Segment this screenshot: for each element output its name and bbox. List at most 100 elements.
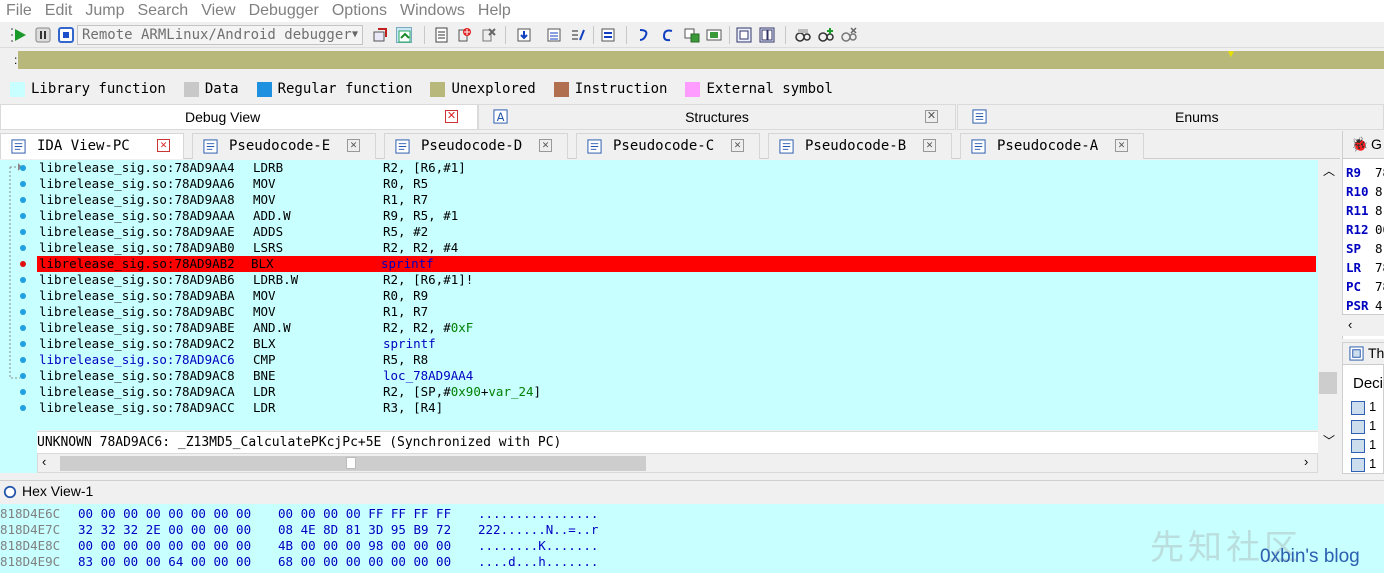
watch-icon[interactable] xyxy=(795,27,811,43)
function-trace-icon[interactable] xyxy=(660,27,676,43)
step-over-icon[interactable] xyxy=(546,27,562,43)
line-marker-icon[interactable] xyxy=(20,389,26,395)
thread-row[interactable]: 1 xyxy=(1351,418,1376,434)
disasm-vertical-scrollbar[interactable]: ︿ ﹀ xyxy=(1318,160,1340,452)
tab-close-icon[interactable]: ✕ xyxy=(539,139,552,152)
tab-pseudocode-e[interactable]: Pseudocode-E ✕ xyxy=(192,133,376,159)
structures-pane-tab[interactable]: A Structures ✕ xyxy=(478,104,956,130)
pause-icon[interactable] xyxy=(35,27,51,43)
threads-header[interactable]: Th xyxy=(1343,343,1384,365)
line-marker-icon[interactable] xyxy=(20,293,26,299)
line-marker-icon[interactable] xyxy=(20,197,26,203)
registers-horizontal-scrollbar[interactable]: ‹ xyxy=(1342,314,1384,336)
disasm-vertical-scroll-thumb[interactable] xyxy=(1319,372,1337,394)
navigation-band-bar[interactable] xyxy=(18,51,1384,69)
disasm-row[interactable]: librelease_sig.so:78AD9AB6 LDRB.W R2, [R6,… xyxy=(39,272,1316,288)
tab-pseudocode-d[interactable]: Pseudocode-D ✕ xyxy=(384,133,568,159)
register-value[interactable]: 8 xyxy=(1375,203,1383,218)
hex-row[interactable]: 818D4E8C 00 00 00 00 00 00 00 00 4B 00 00 … xyxy=(0,538,640,554)
hex-view-header[interactable]: Hex View-1 xyxy=(0,480,1384,502)
delete-watch-icon[interactable] xyxy=(841,27,857,43)
terminate-icon[interactable] xyxy=(58,27,74,43)
structures-close-icon[interactable]: ✕ xyxy=(925,110,938,123)
menu-debugger[interactable]: Debugger xyxy=(243,0,326,22)
disasm-row[interactable]: librelease_sig.so:78AD9ACA LDR R2, [SP,#0x… xyxy=(39,384,1316,400)
tab-close-icon[interactable]: ✕ xyxy=(347,139,360,152)
register-value[interactable]: 00 xyxy=(1375,222,1384,237)
disasm-row[interactable]: librelease_sig.so:78AD9AC6 CMP R5, R8 xyxy=(39,352,1316,368)
disasm-row[interactable]: librelease_sig.so:78AD9AA8 MOV R1, R7 xyxy=(39,192,1316,208)
scroll-up-icon[interactable]: ︿ xyxy=(1323,162,1335,179)
tab-close-icon[interactable]: ✕ xyxy=(731,139,744,152)
delete-breakpoint-icon[interactable] xyxy=(480,27,496,43)
menu-windows[interactable]: Windows xyxy=(394,0,472,22)
menu-view[interactable]: View xyxy=(195,0,242,22)
tab-pseudocode-a[interactable]: Pseudocode-A ✕ xyxy=(960,133,1144,159)
menu-edit[interactable]: Edit xyxy=(39,0,80,22)
disasm-row[interactable]: librelease_sig.so:78AD9ABE AND.W R2, R2, #… xyxy=(39,320,1316,336)
line-marker-icon[interactable] xyxy=(20,165,26,171)
line-marker-icon[interactable] xyxy=(20,245,26,251)
tab-ida-view-pc[interactable]: IDA View-PC ✕ xyxy=(0,133,184,159)
line-marker-icon[interactable] xyxy=(20,341,26,347)
register-value[interactable]: 78 xyxy=(1375,260,1384,275)
disassembly-view[interactable]: librelease_sig.so:78AD9AA4 LDRB R2, [R6,#1… xyxy=(37,160,1318,430)
general-registers-header[interactable]: 🐞 G xyxy=(1343,131,1384,159)
disasm-row[interactable]: librelease_sig.so:78AD9AB2 BLX sprintf xyxy=(37,256,1316,272)
tab-pseudocode-c[interactable]: Pseudocode-C ✕ xyxy=(576,133,760,159)
detach-icon[interactable] xyxy=(396,27,412,43)
disasm-row[interactable]: librelease_sig.so:78AD9ACC LDR R3, [R4] xyxy=(39,400,1316,416)
scroll-left-icon[interactable]: ‹ xyxy=(42,454,46,469)
trace-icon[interactable] xyxy=(636,27,652,43)
hex-row[interactable]: 818D4E7C 32 32 32 2E 00 00 00 00 08 4E 8D … xyxy=(0,522,640,538)
scroll-right-icon[interactable]: › xyxy=(1304,454,1308,469)
scroll-left-icon[interactable]: ‹ xyxy=(1348,317,1352,332)
line-marker-icon[interactable] xyxy=(20,181,26,187)
tab-pseudocode-b[interactable]: Pseudocode-B ✕ xyxy=(768,133,952,159)
hex-row[interactable]: 818D4E9C 83 00 00 00 64 00 00 00 68 00 00 … xyxy=(0,554,640,570)
debug-view-close-icon[interactable]: ✕ xyxy=(445,110,458,123)
disasm-row[interactable]: librelease_sig.so:78AD9AB0 LSRS R2, R2, #4 xyxy=(39,240,1316,256)
line-marker-icon[interactable] xyxy=(20,357,26,363)
step-until-return-icon[interactable] xyxy=(600,27,616,43)
line-marker-icon[interactable] xyxy=(20,229,26,235)
disasm-row[interactable]: librelease_sig.so:78AD9AA6 MOV R0, R5 xyxy=(39,176,1316,192)
tab-close-icon[interactable]: ✕ xyxy=(157,139,170,152)
line-marker-icon[interactable] xyxy=(20,213,26,219)
enums-pane-tab[interactable]: Enums xyxy=(957,104,1384,130)
threads-column-header[interactable]: Deci xyxy=(1353,375,1383,392)
process-options-icon[interactable] xyxy=(434,27,450,43)
add-breakpoint-icon[interactable] xyxy=(456,27,472,43)
disasm-horizontal-scrollbar[interactable]: ‹ › xyxy=(37,453,1318,473)
menu-jump[interactable]: Jump xyxy=(79,0,131,22)
register-value[interactable]: 4 xyxy=(1375,298,1383,313)
thread-row[interactable]: 1 xyxy=(1351,437,1376,453)
disasm-row[interactable]: librelease_sig.so:78AD9AAA ADD.W R9, R5, #… xyxy=(39,208,1316,224)
thread-row[interactable]: 1 xyxy=(1351,399,1376,415)
line-marker-icon[interactable] xyxy=(20,277,26,283)
hex-row[interactable]: 818D4E6C 00 00 00 00 00 00 00 00 00 00 00 … xyxy=(0,506,640,522)
disasm-row[interactable]: librelease_sig.so:78AD9ABC MOV R1, R7 xyxy=(39,304,1316,320)
disasm-row[interactable]: librelease_sig.so:78AD9AAE ADDS R5, #2 xyxy=(39,224,1316,240)
debug-view-pane-tab[interactable]: Debug View ✕ xyxy=(0,104,478,130)
register-value[interactable]: 8 xyxy=(1375,184,1383,199)
tracing-window-icon[interactable] xyxy=(736,27,752,43)
disasm-row[interactable]: librelease_sig.so:78AD9ABA MOV R0, R9 xyxy=(39,288,1316,304)
menu-options[interactable]: Options xyxy=(326,0,394,22)
menu-search[interactable]: Search xyxy=(131,0,195,22)
navigation-band[interactable]: : ▼ xyxy=(0,49,1384,71)
thread-row[interactable]: 1 xyxy=(1351,456,1376,472)
line-marker-icon[interactable] xyxy=(20,405,26,411)
run-to-cursor-icon[interactable] xyxy=(570,27,586,43)
register-value[interactable]: 8 xyxy=(1375,241,1383,256)
start-process-icon[interactable] xyxy=(12,27,28,43)
tab-close-icon[interactable]: ✕ xyxy=(923,139,936,152)
disasm-row[interactable]: librelease_sig.so:78AD9AA4 LDRB R2, [R6,#1… xyxy=(39,160,1316,176)
debugger-select[interactable]: Remote ARMLinux/Android debugger ▼ xyxy=(77,25,363,45)
disasm-row[interactable]: librelease_sig.so:78AD9AC8 BNE loc_78AD9AA… xyxy=(39,368,1316,384)
scroll-down-icon[interactable]: ﹀ xyxy=(1323,432,1335,449)
register-value[interactable]: 78 xyxy=(1375,279,1384,294)
breakpoint-icon[interactable] xyxy=(20,261,26,267)
register-value[interactable]: 78 xyxy=(1375,165,1384,180)
menu-help[interactable]: Help xyxy=(472,0,518,22)
